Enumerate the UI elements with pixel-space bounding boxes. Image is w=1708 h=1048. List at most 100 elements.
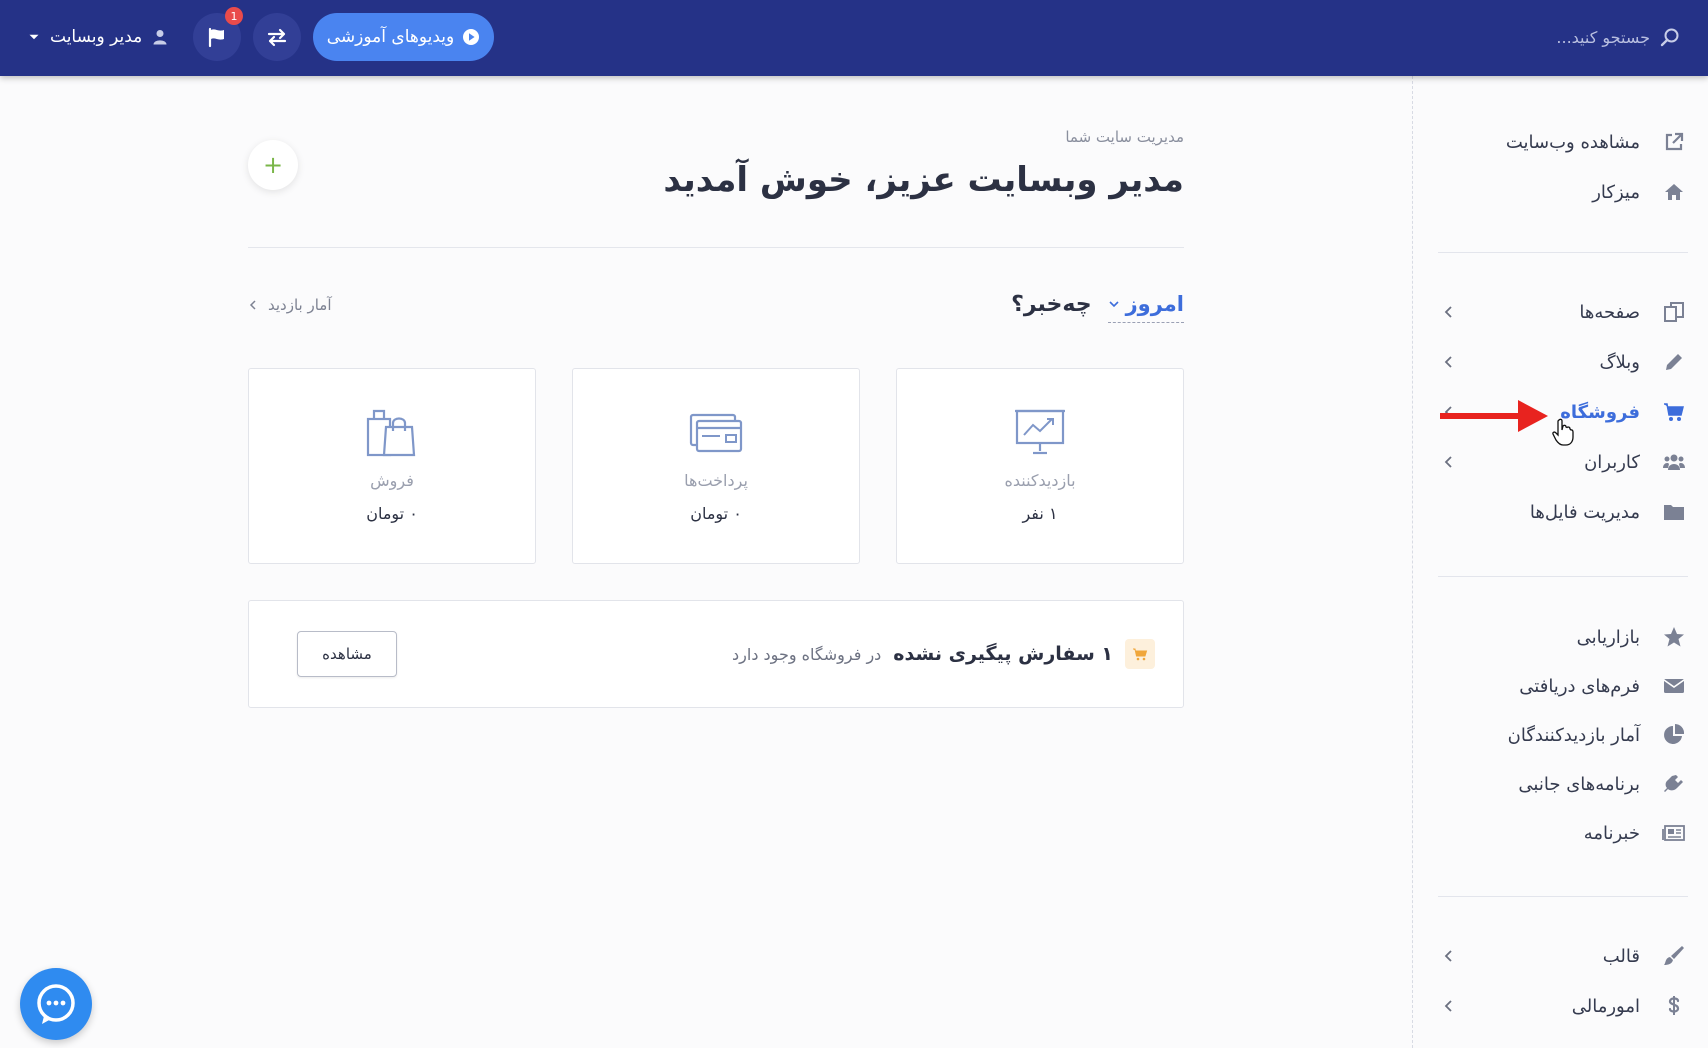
sidebar-item-users[interactable]: کاربران <box>1438 442 1688 482</box>
sales-label: فروش <box>370 471 414 490</box>
sidebar-item-label: قالب <box>1602 945 1640 967</box>
sidebar-divider <box>1438 896 1688 897</box>
view-orders-button[interactable]: مشاهده <box>297 631 397 677</box>
switch-button[interactable] <box>253 13 301 61</box>
sidebar: مشاهده وب‌سایت میزکار صفحه‌ها وبلاگ فروش… <box>1412 76 1708 1048</box>
sidebar-item-file-manager[interactable]: مدیریت فایل‌ها <box>1438 492 1688 532</box>
main-divider <box>248 247 1184 248</box>
add-button[interactable]: + <box>248 140 298 190</box>
period-value: امروز <box>1125 292 1184 316</box>
newspaper-icon <box>1660 819 1688 847</box>
chevron-left-icon <box>1444 356 1452 368</box>
sales-card[interactable]: فروش ۰ تومان <box>248 368 536 564</box>
search-icon <box>1660 28 1679 47</box>
sidebar-item-label: امورمالی <box>1571 995 1640 1017</box>
annotation-arrow-icon <box>1440 400 1548 432</box>
search-input[interactable] <box>1500 27 1650 47</box>
sidebar-divider <box>1438 576 1688 577</box>
sidebar-item-label: بازاریابی <box>1576 626 1640 648</box>
sidebar-item-marketing[interactable]: بازاریابی <box>1438 617 1688 657</box>
sidebar-item-pages[interactable]: صفحه‌ها <box>1438 292 1688 332</box>
visitors-card[interactable]: بازدیدکننده ۱ نفر <box>896 368 1184 564</box>
chevron-left-icon <box>1444 950 1452 962</box>
play-circle-icon <box>463 29 480 45</box>
sidebar-item-plugins[interactable]: برنامه‌های جانبی <box>1438 764 1688 804</box>
folder-icon <box>1660 498 1688 526</box>
user-name: مدیر وبسایت <box>50 27 143 47</box>
chevron-left-icon <box>1444 1000 1452 1012</box>
page-subtitle: مدیریت سایت شما <box>1065 128 1184 146</box>
search-box[interactable] <box>1500 22 1680 52</box>
page-title: مدیر وبسایت عزیز، خوش آمدید <box>663 160 1184 200</box>
pie-chart-icon <box>1660 721 1688 749</box>
external-link-icon <box>1660 128 1688 156</box>
whats-new-label: چه‌خبر؟ <box>1011 292 1092 317</box>
sidebar-item-newsletter[interactable]: خبرنامه <box>1438 813 1688 853</box>
cart-icon <box>1125 639 1155 669</box>
plug-icon <box>1660 770 1688 798</box>
sidebar-item-label: برنامه‌های جانبی <box>1518 773 1640 795</box>
sidebar-item-label: مدیریت فایل‌ها <box>1529 501 1640 523</box>
sidebar-item-label: میزکار <box>1592 181 1640 203</box>
pages-icon <box>1660 298 1688 326</box>
envelope-icon <box>1660 672 1688 700</box>
sidebar-item-label: آمار بازدیدکنندگان <box>1507 724 1640 746</box>
sidebar-item-label: خبرنامه <box>1583 822 1640 844</box>
visit-stats-link[interactable]: آمار بازدید <box>248 296 332 314</box>
chevron-left-icon <box>1444 306 1452 318</box>
credit-card-icon <box>689 413 743 453</box>
shopping-bags-icon <box>366 409 416 457</box>
payments-value: ۰ تومان <box>690 504 742 523</box>
visitors-label: بازدیدکننده <box>1004 471 1076 490</box>
chevron-left-icon <box>1444 456 1452 468</box>
notification-badge: 1 <box>225 7 243 25</box>
pencil-icon <box>1660 348 1688 376</box>
period-selector[interactable]: امروز <box>1107 292 1184 323</box>
sales-value: ۰ تومان <box>366 504 418 523</box>
pending-orders-count: ۱ سفارش پیگیری نشده <box>893 643 1113 665</box>
pending-orders-text: در فروشگاه وجود دارد <box>732 644 882 664</box>
chevron-down-icon <box>1109 301 1119 308</box>
pending-orders-message: ۱ سفارش پیگیری نشده در فروشگاه وجود دارد <box>732 639 1155 669</box>
sidebar-item-view-website[interactable]: مشاهده وب‌سایت <box>1438 122 1688 162</box>
sidebar-divider <box>1438 252 1688 253</box>
sidebar-item-label: مشاهده وب‌سایت <box>1505 131 1640 153</box>
home-icon <box>1660 178 1688 206</box>
support-chat-button[interactable] <box>20 968 92 1040</box>
top-bar: ویدیوهای آموزشی 1 مدیر وبسایت <box>0 0 1708 76</box>
cart-icon <box>1660 398 1688 426</box>
flag-icon <box>208 27 224 48</box>
payments-card[interactable]: پرداخت‌ها ۰ تومان <box>572 368 860 564</box>
visit-stats-label: آمار بازدید <box>268 296 332 314</box>
sidebar-item-dashboard[interactable]: میزکار <box>1438 172 1688 212</box>
sidebar-item-received-forms[interactable]: فرم‌های دریافتی <box>1438 666 1688 706</box>
star-icon <box>1660 623 1688 651</box>
plus-icon: + <box>262 151 284 179</box>
tutorial-videos-label: ویدیوهای آموزشی <box>326 27 455 47</box>
sidebar-item-label: کاربران <box>1584 451 1640 473</box>
sidebar-item-visitor-stats[interactable]: آمار بازدیدکنندگان <box>1438 715 1688 755</box>
user-menu[interactable]: مدیر وبسایت <box>28 22 168 52</box>
users-icon <box>1660 448 1688 476</box>
sidebar-item-blog[interactable]: وبلاگ <box>1438 342 1688 382</box>
sidebar-item-theme[interactable]: قالب <box>1438 936 1688 976</box>
chat-bubble-icon <box>37 984 75 1024</box>
user-icon <box>153 30 167 45</box>
presentation-chart-icon <box>1015 409 1065 455</box>
tutorial-videos-button[interactable]: ویدیوهای آموزشی <box>313 13 494 61</box>
pending-orders-panel: ۱ سفارش پیگیری نشده در فروشگاه وجود دارد… <box>248 600 1184 708</box>
sidebar-item-label: وبلاگ <box>1599 351 1640 373</box>
notifications-button[interactable]: 1 <box>193 7 243 61</box>
sidebar-item-label: صفحه‌ها <box>1579 301 1640 323</box>
sidebar-item-label: فرم‌های دریافتی <box>1519 675 1640 697</box>
sidebar-item-finance[interactable]: امورمالی <box>1438 986 1688 1026</box>
brush-icon <box>1660 942 1688 970</box>
visitors-value: ۱ نفر <box>1022 504 1058 523</box>
chevron-left-icon <box>249 300 256 310</box>
swap-arrows-icon <box>267 28 287 47</box>
whats-new-header: امروز چه‌خبر؟ <box>1011 292 1184 323</box>
payments-label: پرداخت‌ها <box>684 471 748 490</box>
caret-down-icon <box>29 34 39 40</box>
hand-pointer-icon <box>1552 418 1574 446</box>
dollar-icon <box>1660 992 1688 1020</box>
